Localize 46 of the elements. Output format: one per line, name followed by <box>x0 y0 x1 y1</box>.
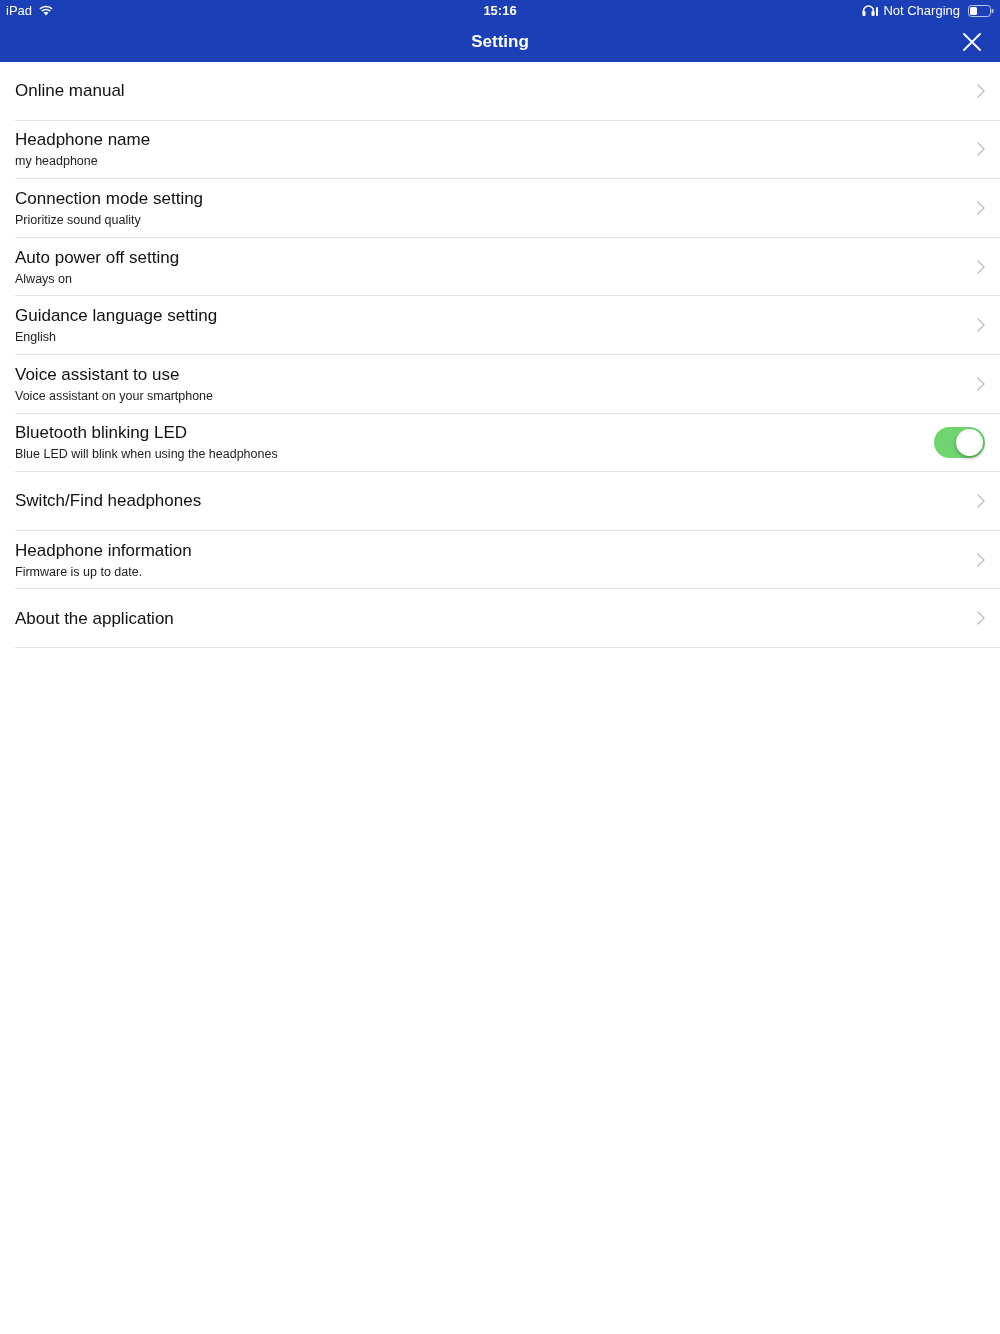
toggle-switch[interactable] <box>934 426 985 458</box>
chevron-right-icon <box>977 493 985 508</box>
settings-row[interactable]: Connection mode setting Prioritize sound quality <box>15 179 1000 238</box>
chevron-right-icon <box>977 611 985 626</box>
battery-icon <box>968 4 994 17</box>
row-title: About the application <box>15 607 174 629</box>
status-time: 15:16 <box>483 1 517 20</box>
row-title: Headphone name <box>15 129 151 151</box>
headphones-icon <box>862 5 879 16</box>
row-subtitle: Blue LED will blink when using the headphones <box>15 446 278 463</box>
chevron-right-icon <box>977 201 985 215</box>
row-title: Switch/Find headphones <box>15 490 202 512</box>
row-subtitle: Voice assistant on your smartphone <box>15 387 214 404</box>
charging-status: Not Charging <box>883 1 960 20</box>
chevron-right-icon <box>977 83 985 98</box>
chevron-right-icon <box>977 318 985 333</box>
row-subtitle: English <box>15 329 57 346</box>
row-title: Voice assistant to use <box>15 363 181 385</box>
settings-row[interactable]: Bluetooth blinking LED Blue LED will blink when using the headphones <box>15 413 1000 473</box>
settings-row[interactable]: Online manual <box>15 62 1000 121</box>
close-button[interactable] <box>962 32 981 51</box>
chevron-right-icon <box>977 376 985 391</box>
row-title: Auto power off setting <box>15 246 180 268</box>
settings-row[interactable]: Guidance language setting English <box>15 296 1000 355</box>
settings-row[interactable]: Switch/Find headphones <box>15 472 1000 531</box>
settings-row[interactable]: Headphone information Firmware is up to date. <box>15 530 1000 590</box>
close-icon <box>962 32 981 51</box>
settings-row[interactable]: About the application <box>15 589 1000 648</box>
row-subtitle: Always on <box>15 270 73 287</box>
chevron-right-icon <box>977 142 985 157</box>
row-title: Bluetooth blinking LED <box>15 422 188 444</box>
device-label: iPad <box>6 1 33 20</box>
settings-row[interactable]: Headphone name my headphone <box>15 120 1000 180</box>
row-title: Guidance language setting <box>15 305 218 327</box>
header-title: Setting <box>471 30 529 53</box>
row-title: Headphone information <box>15 539 192 561</box>
wifi-icon <box>39 5 54 16</box>
chevron-right-icon <box>977 259 985 274</box>
settings-row[interactable]: Auto power off setting Always on <box>15 237 1000 297</box>
row-subtitle: Prioritize sound quality <box>15 212 142 228</box>
row-subtitle: Firmware is up to date. <box>15 563 144 580</box>
settings-row[interactable]: Voice assistant to use Voice assistant on your smartphone <box>15 354 1000 414</box>
chevron-right-icon <box>977 552 985 567</box>
row-title: Online manual <box>15 80 125 102</box>
row-title: Connection mode setting <box>15 188 204 209</box>
row-subtitle: my headphone <box>15 153 99 170</box>
